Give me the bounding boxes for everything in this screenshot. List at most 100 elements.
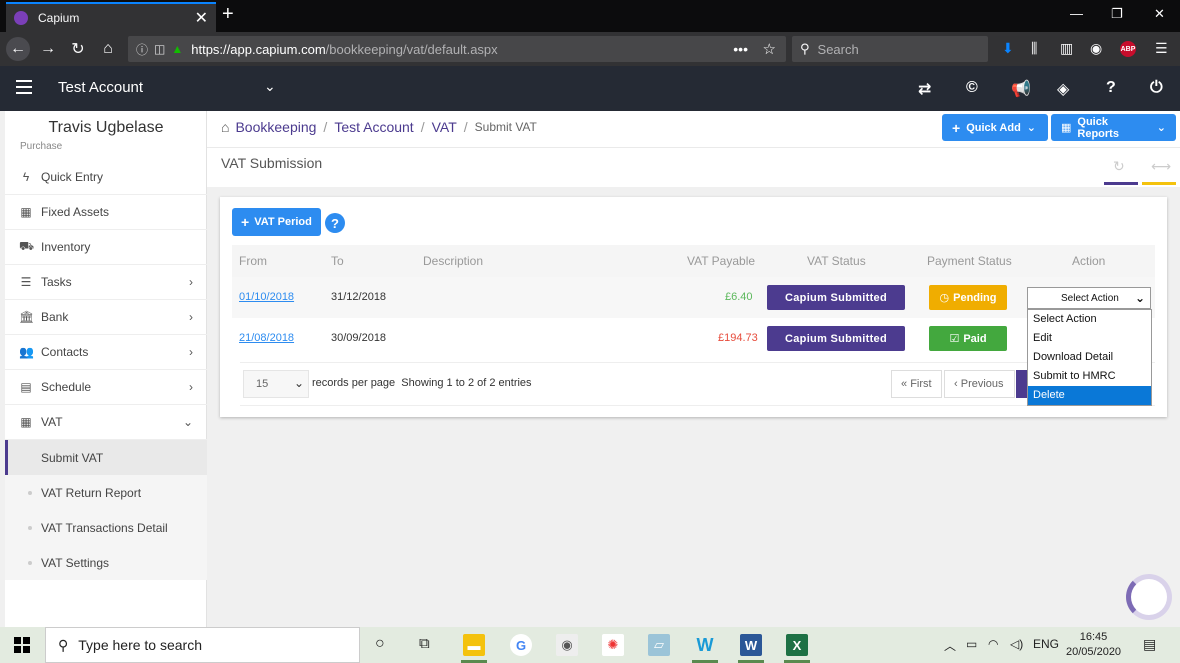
- page-actions-icon[interactable]: •••: [733, 41, 748, 57]
- file-explorer-icon[interactable]: ▬: [463, 634, 485, 656]
- restore-icon[interactable]: ❐: [1111, 6, 1123, 22]
- vat-period-button[interactable]: + VAT Period: [232, 208, 321, 236]
- vat-status-badge: Capium Submitted: [767, 285, 905, 310]
- sidebar-item-vat[interactable]: ▦ VAT ⌄: [5, 405, 207, 440]
- sidebar-item-submit-vat[interactable]: Submit VAT: [5, 440, 207, 475]
- sidebar-item-vat-settings[interactable]: VAT Settings: [5, 545, 207, 580]
- task-view-icon[interactable]: ⧉: [419, 635, 430, 652]
- chrome-icon[interactable]: G: [510, 634, 532, 656]
- language-indicator[interactable]: ENG: [1033, 637, 1059, 651]
- browser-tab[interactable]: Capium ✕: [6, 2, 216, 32]
- app-book-icon[interactable]: ▱: [648, 634, 670, 656]
- mouse-icon[interactable]: ◉: [556, 634, 578, 656]
- ticket-icon[interactable]: ◈: [1057, 79, 1069, 99]
- option-edit[interactable]: Edit: [1028, 329, 1151, 348]
- option-delete[interactable]: Delete: [1028, 386, 1151, 405]
- refresh-icon[interactable]: ↻: [1113, 158, 1125, 175]
- col-from[interactable]: From: [239, 254, 267, 268]
- option-download-detail[interactable]: Download Detail: [1028, 348, 1151, 367]
- sidebar: Travis Ugbelase Purchase ϟ Quick Entry ▦…: [5, 111, 207, 627]
- power-icon[interactable]: ⏻: [1150, 79, 1163, 97]
- first-page-button[interactable]: « First: [891, 370, 942, 398]
- taskbar-search-input[interactable]: ⚲ Type here to search: [45, 627, 360, 663]
- volume-icon[interactable]: ◁): [1010, 637, 1023, 651]
- action-dropdown: Select Action Edit Download Detail Submi…: [1027, 309, 1152, 406]
- sidebar-item-quick-entry[interactable]: ϟ Quick Entry: [5, 160, 207, 195]
- quick-reports-button[interactable]: ▦ Quick Reports ⌄: [1051, 114, 1176, 141]
- action-select[interactable]: Select Action ⌄: [1027, 287, 1151, 309]
- switch-icon[interactable]: ⇄: [918, 79, 931, 99]
- sidebar-item-inventory[interactable]: ⛟ Inventory: [5, 230, 207, 265]
- close-tab-icon[interactable]: ✕: [195, 8, 208, 28]
- breadcrumb-test-account[interactable]: Test Account: [334, 119, 413, 135]
- account-icon[interactable]: ◉: [1090, 40, 1102, 57]
- previous-page-button[interactable]: ‹ Previous: [944, 370, 1015, 398]
- list-icon: ☰: [20, 275, 32, 289]
- battery-icon[interactable]: ▭: [966, 637, 977, 651]
- chevron-down-icon: ⌄: [1156, 122, 1166, 134]
- reload-icon[interactable]: ↻: [66, 37, 90, 61]
- per-page-label: records per page Showing 1 to 2 of 2 ent…: [312, 377, 532, 389]
- chevron-up-icon[interactable]: ︿: [944, 637, 956, 654]
- col-description[interactable]: Description: [423, 254, 483, 268]
- capium-icon[interactable]: ©: [966, 79, 978, 97]
- sidebar-item-schedule[interactable]: ▤ Schedule ›: [5, 370, 207, 405]
- sidebar-item-bank[interactable]: 🏛 Bank ›: [5, 300, 207, 335]
- sidebar-item-fixed-assets[interactable]: ▦ Fixed Assets: [5, 195, 207, 230]
- account-name[interactable]: Test Account: [58, 79, 143, 96]
- new-tab-icon[interactable]: +: [222, 3, 234, 26]
- breadcrumb-bookkeeping[interactable]: Bookkeeping: [235, 119, 316, 135]
- col-payment-status[interactable]: Payment Status: [927, 254, 1012, 268]
- chevron-right-icon: ›: [189, 310, 193, 324]
- help-icon[interactable]: ?: [325, 213, 345, 233]
- col-vat-payable[interactable]: VAT Payable: [687, 254, 755, 268]
- app-swirl-icon[interactable]: ✺: [602, 634, 624, 656]
- home-icon[interactable]: ⌂: [221, 119, 229, 135]
- expand-icon[interactable]: ⟷: [1151, 158, 1171, 175]
- adblock-icon[interactable]: ABP: [1120, 41, 1136, 57]
- cortana-icon[interactable]: ○: [375, 635, 385, 653]
- table-row: 21/08/2018 30/09/2018 £194.73 Capium Sub…: [232, 318, 1155, 359]
- col-to[interactable]: To: [331, 254, 344, 268]
- windows-start-icon[interactable]: [14, 637, 30, 653]
- option-submit-to-hmrc[interactable]: Submit to HMRC: [1028, 367, 1151, 386]
- sidebar-toggle-icon[interactable]: ▥: [1060, 40, 1073, 57]
- download-icon[interactable]: ⬇: [1002, 40, 1014, 57]
- from-date-link[interactable]: 01/10/2018: [239, 291, 294, 303]
- records-per-page-select[interactable]: 15 ⌄: [243, 370, 309, 398]
- sidebar-item-purchase[interactable]: Purchase: [20, 141, 200, 149]
- sidebar-item-contacts[interactable]: 👥 Contacts ›: [5, 335, 207, 370]
- menu-icon[interactable]: ☰: [1155, 40, 1168, 57]
- notifications-icon[interactable]: ▤: [1143, 636, 1156, 653]
- app-w-icon[interactable]: W: [694, 634, 716, 656]
- word-icon[interactable]: W: [740, 634, 762, 656]
- back-icon[interactable]: ←: [6, 37, 30, 61]
- close-window-icon[interactable]: ✕: [1154, 6, 1165, 22]
- browser-search-input[interactable]: ⚲ Search: [792, 36, 988, 62]
- from-date-link[interactable]: 21/08/2018: [239, 332, 294, 344]
- wifi-icon[interactable]: ◠: [988, 637, 998, 651]
- sidebar-item-vat-return-report[interactable]: VAT Return Report: [5, 475, 207, 510]
- help-icon[interactable]: ?: [1106, 79, 1116, 97]
- option-select-action[interactable]: Select Action: [1028, 310, 1151, 329]
- url-bar[interactable]: ⓘ ◫ ▲ https://app.capium.com/bookkeeping…: [128, 36, 786, 62]
- col-vat-status[interactable]: VAT Status: [807, 254, 866, 268]
- info-icon[interactable]: ⓘ: [136, 41, 148, 58]
- calculator-icon: ▦: [20, 415, 32, 429]
- sidebar-item-tasks[interactable]: ☰ Tasks ›: [5, 265, 207, 300]
- sidebar-item-vat-transactions-detail[interactable]: VAT Transactions Detail: [5, 510, 207, 545]
- library-icon[interactable]: ⫼: [1031, 40, 1037, 57]
- forward-icon[interactable]: →: [36, 37, 60, 61]
- quick-add-button[interactable]: + Quick Add ⌄: [942, 114, 1048, 141]
- clock[interactable]: 16:45 20/05/2020: [1066, 630, 1121, 660]
- megaphone-icon[interactable]: 📢: [1011, 79, 1031, 99]
- minimize-icon[interactable]: —: [1070, 6, 1083, 21]
- home-icon[interactable]: ⌂: [96, 37, 120, 61]
- hamburger-icon[interactable]: [16, 80, 32, 94]
- bookmark-star-icon[interactable]: ☆: [763, 40, 776, 58]
- breadcrumb-vat[interactable]: VAT: [432, 119, 457, 135]
- shield-icon[interactable]: ◫: [154, 42, 165, 56]
- sidebar-item-label: VAT Transactions Detail: [41, 520, 168, 535]
- chevron-down-icon[interactable]: ⌄: [264, 78, 276, 95]
- excel-icon[interactable]: X: [786, 634, 808, 656]
